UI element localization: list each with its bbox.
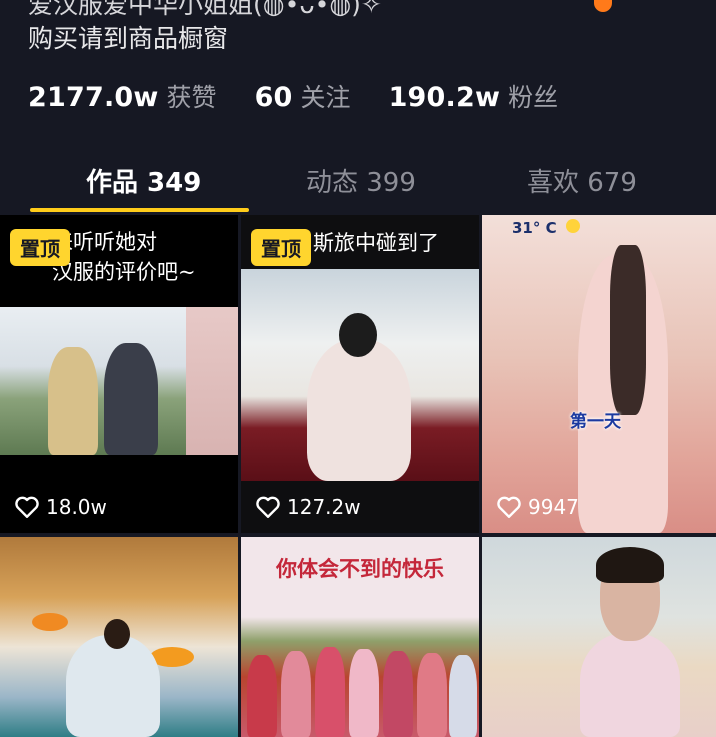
video-likes: 127.2w [255,495,361,519]
stat-followers[interactable]: 190.2w 粉丝 [389,78,559,114]
profile-bio: 爱汉服爱中华小姐姐(◍•ᴗ•◍)✧ 购买请到商品橱窗 [28,0,588,56]
likes-count: 9947 [528,495,579,519]
heart-outline-icon [15,496,39,518]
video-card[interactable]: 31° C 第一天 9947 [482,215,716,533]
video-card[interactable] [482,537,716,737]
thumbnail-leaf [32,613,68,631]
thumbnail-figure [104,343,158,455]
video-thumbnail [241,269,479,481]
thumbnail-figure [66,635,160,737]
bio-line-1: 爱汉服爱中华小姐姐(◍•ᴗ•◍)✧ [28,0,382,19]
stat-likes-value: 2177.0w [28,82,159,113]
video-thumbnail [0,537,238,737]
thumbnail-figure-hair [596,547,664,583]
stat-likes[interactable]: 2177.0w 获赞 [28,78,217,114]
video-card[interactable] [0,537,238,737]
thumbnail-figure [383,651,413,737]
video-caption: 来听听她对 汉服的评价吧~ [52,230,196,284]
profile-stats: 2177.0w 获赞 60 关注 190.2w 粉丝 [28,78,596,114]
stat-followers-value: 190.2w [388,82,501,113]
overlay-text: 第一天 [570,412,621,432]
thumbnail-figure [247,655,277,737]
video-card[interactable]: 斯旅中碰到了 置顶 127.2w [241,215,479,533]
active-tab-indicator [30,208,249,212]
video-thumbnail [0,307,238,455]
thumbnail-figure [281,651,311,737]
thumbnail-figure-head [104,619,130,649]
overlay-temperature: 31° C [512,219,557,237]
video-card[interactable]: 来听听她对 汉服的评价吧~ 置顶 18.0w [0,215,238,533]
tab-activity[interactable]: 动态 399 [306,162,416,199]
heart-outline-icon [497,496,521,518]
stat-followers-label: 粉丝 [508,83,559,112]
pinned-badge: 置顶 [251,229,311,266]
tab-favorites[interactable]: 喜欢 679 [527,162,637,199]
tab-works[interactable]: 作品 349 [86,162,201,199]
thumbnail-figure [417,653,447,737]
thumbnail-figure [349,649,379,737]
thumbnail-figure [307,339,411,481]
thumbnail-figure [48,347,98,455]
stat-following-value: 60 [254,82,293,113]
video-caption: 斯旅中碰到了 [313,231,439,255]
likes-count: 127.2w [287,495,361,519]
thumbnail-figure-hair [610,245,646,415]
content-tabs: 作品 349 动态 399 喜欢 679 [0,150,716,212]
pinned-badge: 置顶 [10,229,70,266]
notification-dot [594,0,612,12]
video-thumbnail [482,215,716,533]
sun-icon [566,219,580,233]
thumbnail-figure [315,647,345,737]
bio-line-2: 购买请到商品橱窗 [28,24,229,53]
stat-following-label: 关注 [300,83,351,112]
thumbnail-figure [449,655,477,737]
thumbnail-figure [580,633,680,737]
stat-following[interactable]: 60 关注 [255,78,351,114]
video-likes: 18.0w [14,495,107,519]
thumbnail-figure-head [339,313,377,357]
stat-likes-label: 获赞 [166,83,217,112]
video-caption: 你体会不到的快乐 [276,557,444,581]
heart-outline-icon [256,496,280,518]
video-thumbnail [482,537,716,737]
video-card[interactable]: 你体会不到的快乐 [241,537,479,737]
likes-count: 18.0w [46,495,107,519]
video-likes: 9947 [496,495,579,519]
thumbnail-foliage [186,307,238,455]
